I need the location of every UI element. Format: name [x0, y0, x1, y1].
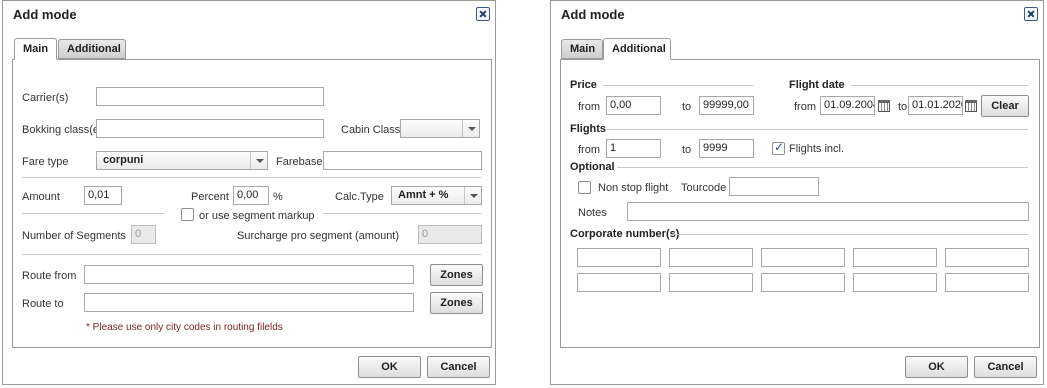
dialog-title: Add mode — [561, 7, 625, 22]
num-segments-input[interactable]: 0 — [131, 225, 156, 244]
percent-sign: % — [273, 191, 283, 203]
tourcode-input[interactable] — [729, 177, 819, 196]
add-mode-dialog-main: Add mode Main Additional Carrier(s) Bokk… — [2, 0, 496, 385]
dialog-title: Add mode — [13, 7, 77, 22]
carrier-label: Carrier(s) — [22, 92, 69, 104]
corporate-number-input[interactable] — [945, 273, 1029, 292]
flights-to-input[interactable]: 9999 — [699, 139, 754, 158]
flights-from-label: from — [578, 144, 600, 156]
cabin-class-label: Cabin Class — [341, 124, 401, 136]
surcharge-label: Surcharge pro segment (amount) — [237, 230, 400, 242]
corporate-number-input[interactable] — [853, 248, 937, 267]
route-from-label: Route from — [22, 270, 77, 282]
divider — [851, 85, 1028, 86]
chevron-down-icon — [464, 187, 481, 204]
farebase-input[interactable] — [323, 151, 482, 170]
corporate-number-input[interactable] — [761, 248, 845, 267]
segment-markup-checkbox[interactable] — [181, 208, 194, 221]
percent-input[interactable]: 0,00 — [233, 186, 269, 205]
chevron-down-icon — [462, 120, 479, 137]
divider — [323, 213, 481, 214]
route-from-input[interactable] — [84, 265, 414, 284]
non-stop-label: Non stop flight — [598, 182, 669, 194]
route-to-input[interactable] — [84, 293, 414, 312]
flights-incl-checkbox[interactable] — [772, 140, 785, 155]
close-icon[interactable] — [476, 7, 490, 21]
calc-type-value: Amnt + % — [398, 189, 449, 201]
zones-from-button[interactable]: Zones — [430, 264, 483, 286]
corporate-number-input[interactable] — [577, 273, 661, 292]
fare-type-label: Fare type — [22, 156, 69, 168]
notes-input[interactable] — [627, 202, 1029, 221]
cancel-button[interactable]: Cancel — [427, 356, 490, 378]
corporate-number-input[interactable] — [945, 248, 1029, 267]
corporate-number-input[interactable] — [853, 273, 937, 292]
tab-additional[interactable]: Additional — [58, 39, 126, 59]
calendar-icon[interactable] — [878, 100, 890, 112]
cancel-button[interactable]: Cancel — [974, 356, 1037, 378]
fare-type-select[interactable]: corpuni — [96, 151, 268, 170]
corporate-heading: Corporate number(s) — [570, 228, 680, 240]
non-stop-checkbox[interactable] — [578, 181, 591, 194]
date-to-input[interactable]: 01.01.2020 — [908, 96, 963, 115]
fare-type-value: corpuni — [103, 154, 144, 166]
carrier-input[interactable] — [96, 87, 324, 106]
corporate-number-input[interactable] — [669, 273, 753, 292]
num-segments-label: Number of Segments — [22, 230, 126, 242]
zones-to-button[interactable]: Zones — [430, 292, 483, 314]
date-to-label: to — [898, 101, 908, 113]
amount-label: Amount — [22, 191, 60, 203]
flights-to-label: to — [682, 144, 692, 156]
farebase-label: Farebase — [276, 156, 323, 168]
tab-main[interactable]: Main — [14, 38, 57, 60]
calc-type-select[interactable]: Amnt + % — [391, 186, 482, 205]
price-heading: Price — [570, 79, 597, 91]
ok-button[interactable]: OK — [905, 356, 968, 378]
divider — [22, 254, 481, 255]
tab-additional[interactable]: Additional — [603, 38, 671, 60]
divider — [22, 177, 481, 178]
calendar-icon[interactable] — [965, 100, 977, 112]
tab-main[interactable]: Main — [561, 39, 603, 59]
date-from-input[interactable]: 01.09.2004 — [820, 96, 875, 115]
flights-from-input[interactable]: 1 — [606, 139, 661, 158]
amount-input[interactable]: 0,01 — [84, 186, 122, 205]
corporate-number-input[interactable] — [761, 273, 845, 292]
cabin-class-select[interactable] — [400, 119, 480, 138]
chevron-down-icon — [250, 152, 267, 169]
price-from-label: from — [578, 101, 600, 113]
divider — [607, 129, 1028, 130]
tourcode-label: Tourcode — [681, 182, 727, 194]
ok-button[interactable]: OK — [358, 356, 421, 378]
corporate-number-input[interactable] — [577, 248, 661, 267]
divider — [603, 85, 753, 86]
price-from-input[interactable]: 0,00 — [606, 96, 661, 115]
flights-heading: Flights — [570, 123, 607, 135]
flight-date-heading: Flight date — [789, 79, 845, 91]
calc-type-label: Calc.Type — [335, 191, 384, 203]
add-mode-dialog-additional: Add mode Main Additional Price from 0,00… — [550, 0, 1044, 385]
surcharge-input[interactable]: 0 — [418, 225, 482, 244]
divider — [617, 167, 1028, 168]
flights-incl-label: Flights incl. — [789, 143, 845, 155]
divider — [673, 234, 1028, 235]
divider — [22, 213, 164, 214]
routing-note: * Please use only city codes in routing … — [86, 322, 283, 333]
percent-label: Percent — [191, 191, 229, 203]
booking-class-input[interactable] — [96, 119, 324, 138]
clear-button[interactable]: Clear — [981, 95, 1029, 117]
optional-heading: Optional — [570, 161, 615, 173]
notes-label: Notes — [578, 207, 607, 219]
segment-markup-label: or use segment markup — [199, 210, 315, 222]
close-icon[interactable] — [1024, 7, 1038, 21]
price-to-label: to — [682, 101, 692, 113]
price-to-input[interactable]: 99999,00 — [699, 96, 754, 115]
route-to-label: Route to — [22, 298, 64, 310]
date-from-label: from — [794, 101, 816, 113]
corporate-number-input[interactable] — [669, 248, 753, 267]
